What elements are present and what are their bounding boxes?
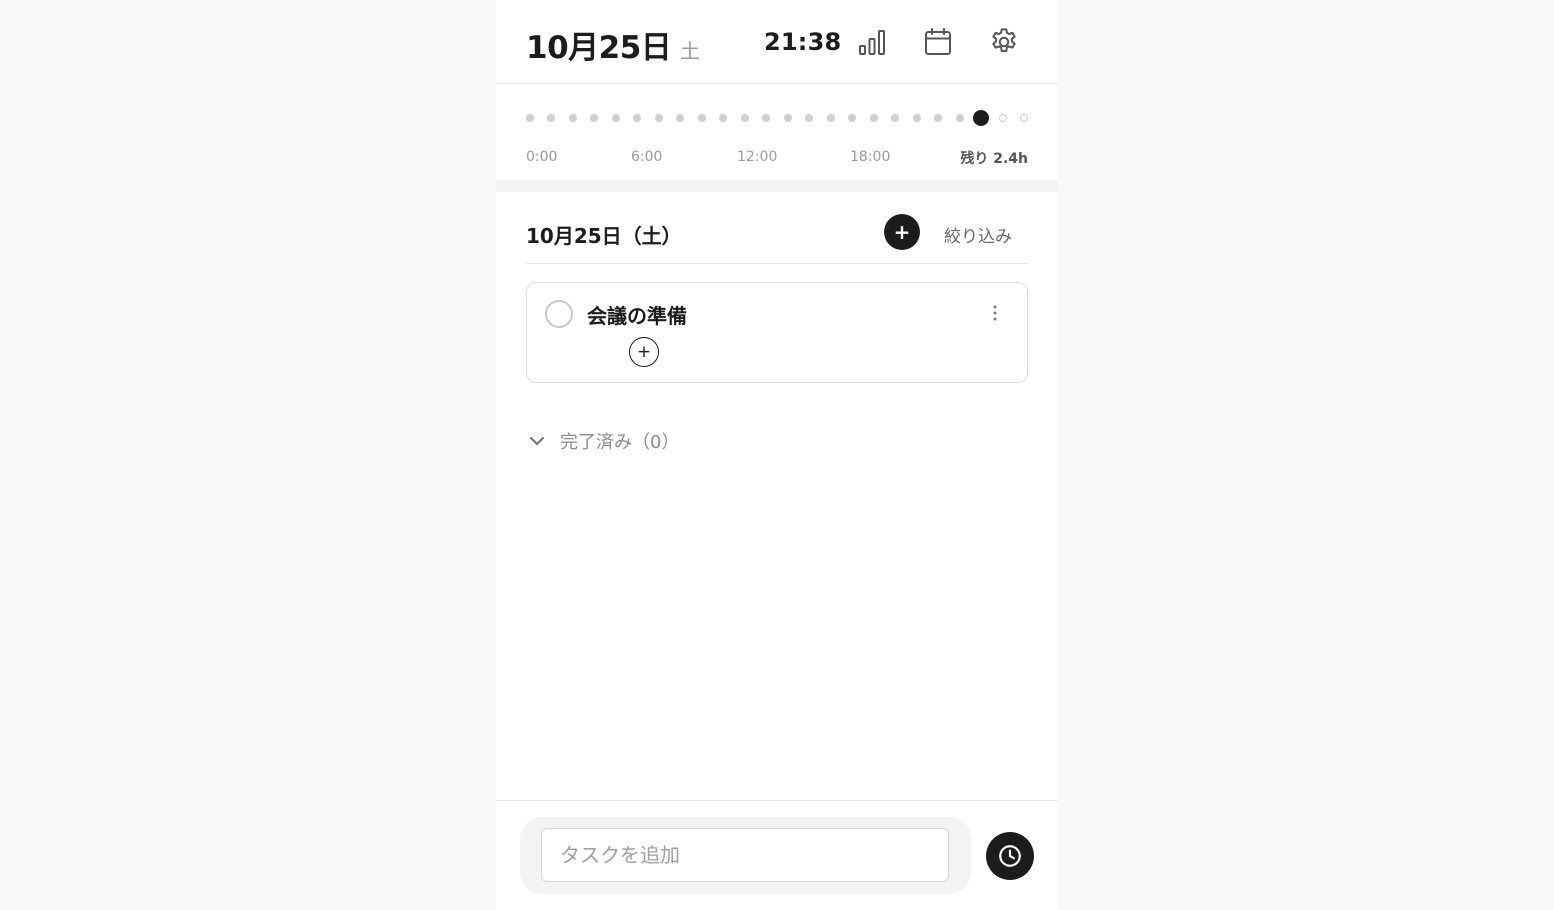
- hour-dot: [998, 114, 1007, 122]
- section-divider: [496, 180, 1058, 192]
- tick-label: 0:00: [526, 149, 558, 165]
- tick-label: 12:00: [737, 149, 778, 165]
- hour-dot: [676, 114, 685, 122]
- task-checkbox[interactable]: [545, 300, 573, 328]
- remaining-time: 残り 2.4h: [960, 151, 1028, 167]
- hour-dot: [762, 114, 771, 122]
- filter-button[interactable]: 絞り込み: [944, 222, 1012, 247]
- header-date: 10月25日: [526, 30, 672, 66]
- header-weekday: 土: [680, 39, 700, 63]
- hour-dot: [891, 114, 900, 122]
- header: 10月25日 土 21:38: [496, 0, 1058, 84]
- add-task-button[interactable]: +: [884, 214, 920, 250]
- hour-dot: [568, 114, 577, 122]
- hour-dot: [955, 114, 964, 122]
- hour-dot: [805, 114, 814, 122]
- more-options-icon[interactable]: [983, 301, 1007, 325]
- hour-dot: [848, 114, 857, 122]
- hour-dot: [934, 114, 943, 122]
- completed-section-toggle[interactable]: 完了済み（0）: [526, 426, 679, 456]
- task-title[interactable]: 会議の準備: [587, 300, 687, 329]
- task-card[interactable]: 会議の準備 +: [526, 282, 1028, 383]
- add-subtask-button[interactable]: +: [629, 337, 659, 367]
- completed-label: 完了済み（0）: [560, 432, 680, 453]
- settings-gear-icon[interactable]: [986, 24, 1022, 60]
- hour-dot: [697, 114, 706, 122]
- task-input-wrapper: [520, 817, 971, 894]
- hour-dot: [590, 114, 599, 122]
- app-panel: 10月25日 土 21:38 0:00 6:00 12:00 18:00 残り …: [496, 0, 1058, 910]
- current-hour-dot: [973, 110, 990, 126]
- header-clock: 21:38: [764, 28, 842, 56]
- chevron-down-icon: [526, 430, 548, 452]
- stats-icon[interactable]: [854, 24, 890, 60]
- hour-dot: [1020, 114, 1028, 122]
- list-date-heading: 10月25日（土）: [526, 224, 682, 248]
- schedule-clock-button[interactable]: [986, 832, 1034, 880]
- hour-dot: [633, 114, 642, 122]
- day-timeline: 0:00 6:00 12:00 18:00 残り 2.4h: [496, 84, 1058, 180]
- hour-dot: [783, 114, 792, 122]
- hour-dot: [912, 114, 921, 122]
- hour-dot: [526, 114, 534, 122]
- hour-dot: [719, 114, 728, 122]
- add-task-input[interactable]: [541, 828, 949, 882]
- tick-label: 6:00: [631, 149, 663, 165]
- hour-dot: [826, 114, 835, 122]
- hour-dot: [869, 114, 878, 122]
- calendar-icon[interactable]: [920, 24, 956, 60]
- hour-dots: [526, 110, 1028, 126]
- hour-dot: [547, 114, 556, 122]
- footer: [496, 800, 1058, 910]
- tick-label: 18:00: [850, 149, 891, 165]
- hour-dot: [654, 114, 663, 122]
- hour-dot: [740, 114, 749, 122]
- list-header: 10月25日（土） + 絞り込み: [526, 192, 1028, 264]
- clock-icon: [999, 845, 1021, 867]
- hour-dot: [611, 114, 620, 122]
